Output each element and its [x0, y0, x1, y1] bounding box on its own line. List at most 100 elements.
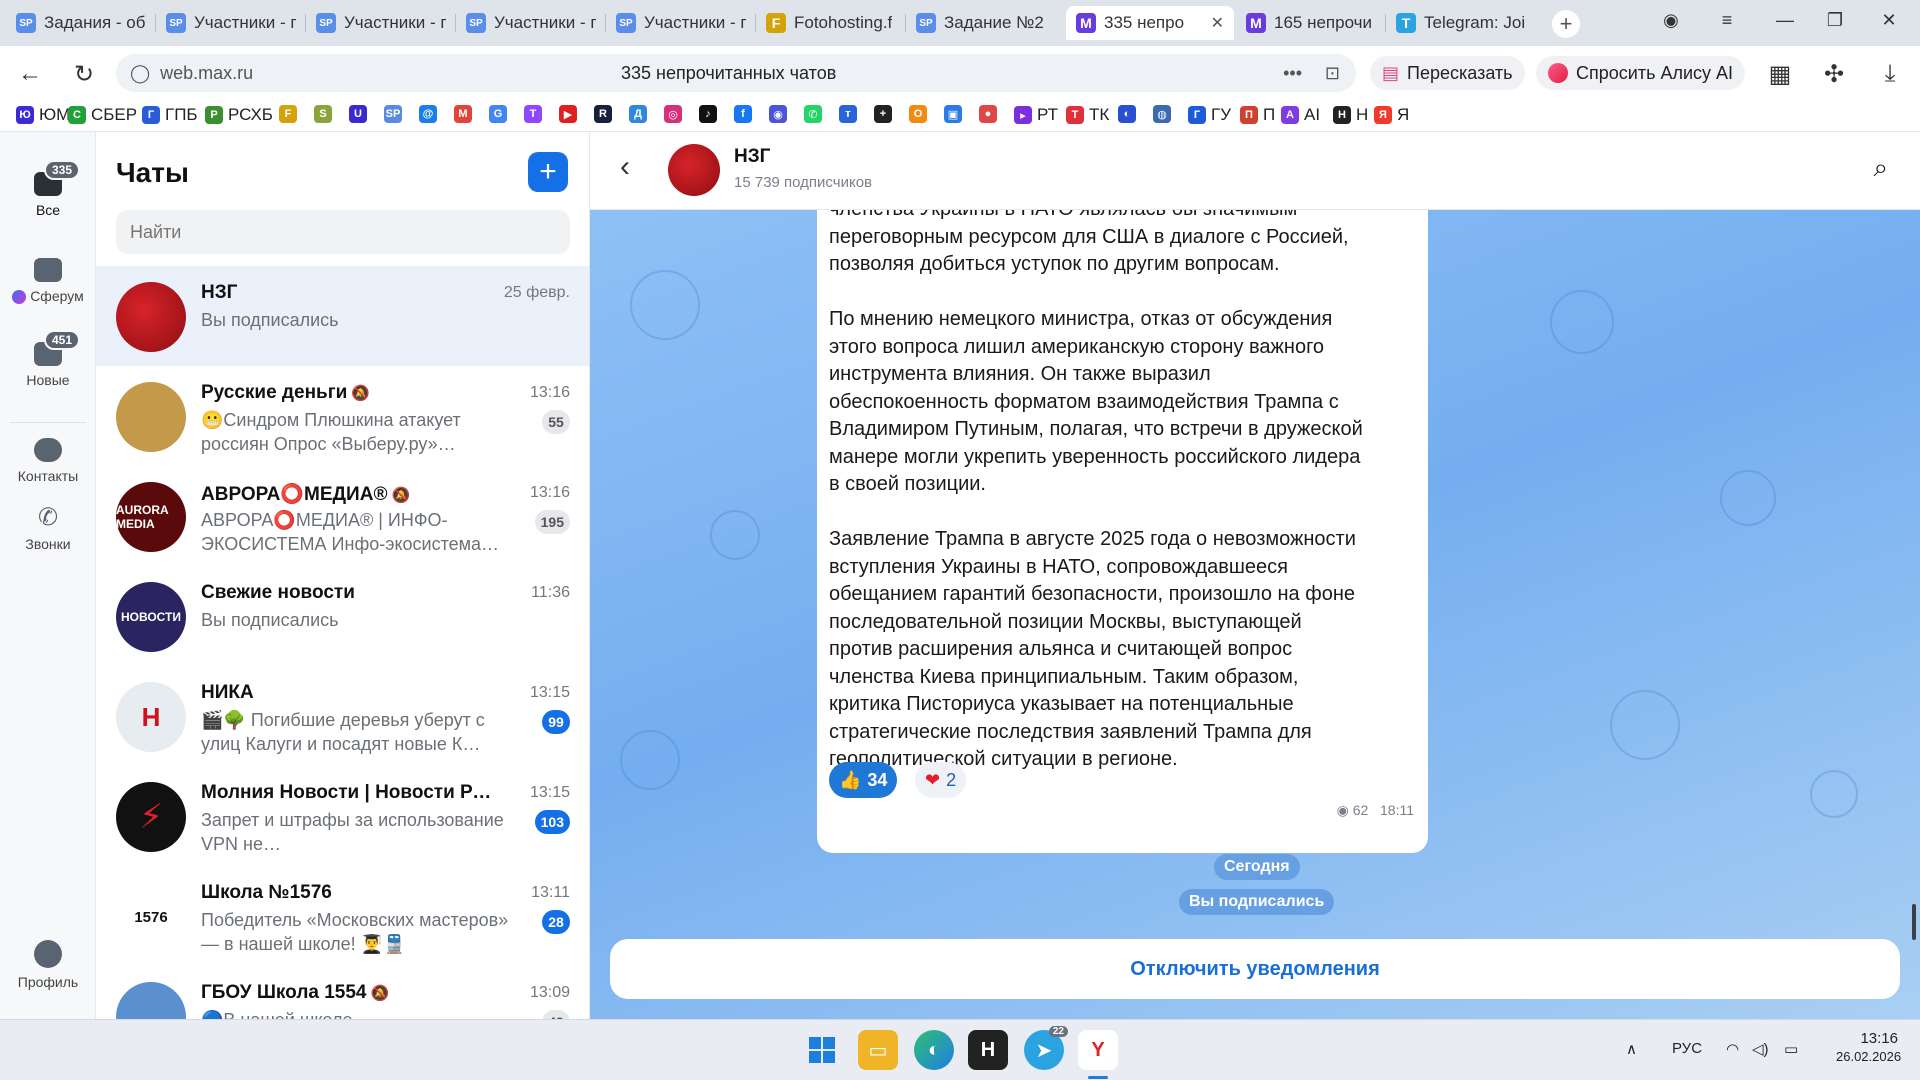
bookmark-item[interactable]: ▸ РТ: [1014, 105, 1058, 125]
browser-tab[interactable]: SP Участники - г: [306, 6, 456, 40]
reaction-like-button[interactable]: 👍 34: [829, 762, 898, 798]
browser-tab[interactable]: SP Участники - г: [456, 6, 606, 40]
tab-menu-icon[interactable]: ≡: [1712, 10, 1742, 31]
message-bubble[interactable]: членства Украины в НАТО являлась бы знач…: [817, 210, 1428, 853]
search-icon[interactable]: ⌕: [1873, 152, 1888, 184]
bookmark-item[interactable]: Р РСХБ: [205, 105, 273, 125]
new-tab-button[interactable]: +: [1552, 10, 1580, 38]
bookmark-item[interactable]: S: [314, 105, 332, 123]
chat-row[interactable]: Русские деньги 🔕 13:16 😬Синдром Плюшкина ат…: [96, 366, 589, 466]
bookmark-item[interactable]: ПП: [1240, 105, 1275, 125]
retell-button[interactable]: ▤ Пересказать: [1370, 56, 1525, 90]
bookmark-item[interactable]: M: [454, 105, 472, 123]
bookmark-item[interactable]: Г ГПБ: [142, 105, 198, 125]
chat-row[interactable]: Н НИКА 13:15 🎬🌳 Погибшие деревья уберут с у…: [96, 666, 589, 766]
close-window-button[interactable]: ✕: [1874, 10, 1904, 31]
browser-tab[interactable]: F Fotohosting.f: [756, 6, 906, 40]
bookmark-item[interactable]: ◍: [1153, 105, 1171, 123]
chat-row[interactable]: 1576 Школа №1576 13:11 Победитель «Московск…: [96, 866, 589, 966]
bookmark-item[interactable]: т: [839, 105, 857, 123]
input-language[interactable]: РУС: [1672, 1040, 1702, 1057]
bookmark-item[interactable]: ●: [979, 105, 997, 123]
extensions-icon[interactable]: ✣: [1820, 60, 1848, 89]
bookmark-item[interactable]: @: [419, 105, 437, 123]
chat-row[interactable]: AURORA MEDIA АВРОРА⭕МЕДИА® 🔕 13:16 АВРОРА⭕МЕ…: [96, 466, 589, 566]
browser-tab[interactable]: M 335 непро ✕: [1066, 6, 1234, 40]
close-tab-icon[interactable]: ✕: [1211, 13, 1224, 33]
profile-icon[interactable]: ◉: [1656, 10, 1686, 31]
browser-tab[interactable]: M 165 непрочи: [1236, 6, 1386, 40]
bookmark-item[interactable]: ♪: [699, 105, 717, 123]
channel-avatar[interactable]: [668, 144, 720, 196]
browser-tab[interactable]: T Telegram: Joi: [1386, 6, 1536, 40]
reload-icon[interactable]: ↻: [70, 60, 98, 89]
volume-icon[interactable]: ◁): [1752, 1040, 1769, 1058]
bookmark-item[interactable]: F: [279, 105, 297, 123]
browser-tab[interactable]: SP Задания - об: [6, 6, 156, 40]
picture-icon[interactable]: ▦: [1766, 60, 1794, 89]
ask-alice-button[interactable]: Спросить Алису AI: [1536, 56, 1746, 90]
download-icon[interactable]: ⤓: [1876, 60, 1904, 88]
bookmark-item[interactable]: С СБЕР: [68, 105, 137, 125]
address-bar[interactable]: ◯ web.max.ru 335 непрочитанных чатов •••…: [116, 54, 1356, 92]
bookmark-item[interactable]: R: [594, 105, 612, 123]
bookmark-item[interactable]: Ю ЮМ: [16, 105, 70, 125]
back-arrow-icon[interactable]: ←: [16, 60, 44, 88]
browser-tab[interactable]: SP Задание №2: [906, 6, 1056, 40]
bookmark-item[interactable]: ▶: [559, 105, 577, 123]
bookmark-item[interactable]: ▣: [944, 105, 962, 123]
wifi-icon[interactable]: ◠: [1726, 1040, 1739, 1058]
bookmark-item[interactable]: НН: [1333, 105, 1368, 125]
bookmark-item[interactable]: Г ГУ: [1188, 105, 1231, 125]
channel-messages[interactable]: членства Украины в НАТО являлась бы знач…: [590, 210, 1920, 1019]
edge-browser-icon[interactable]: ◐: [914, 1030, 954, 1070]
rail-new[interactable]: 451 Новые: [0, 330, 96, 388]
battery-icon[interactable]: ▭: [1784, 1040, 1798, 1058]
bookmark-item[interactable]: T: [524, 105, 542, 123]
browser-tab[interactable]: SP Участники - г: [156, 6, 306, 40]
yandex-browser-icon[interactable]: Y: [1078, 1030, 1118, 1070]
rail-all-chats[interactable]: 335 Все: [0, 160, 96, 218]
rail-profile[interactable]: Профиль: [0, 940, 96, 990]
bookmark-item[interactable]: A AI: [1281, 105, 1320, 125]
bookmark-icon[interactable]: ⊡: [1325, 63, 1340, 84]
bookmark-item[interactable]: G: [489, 105, 507, 123]
maximize-button[interactable]: ❐: [1820, 10, 1850, 31]
reaction-heart-button[interactable]: ❤ 2: [915, 762, 967, 798]
file-explorer-icon[interactable]: ▭: [858, 1030, 898, 1070]
bookmark-item[interactable]: О: [909, 105, 927, 123]
telegram-icon[interactable]: ➤ 22: [1024, 1026, 1068, 1070]
rail-contacts[interactable]: Контакты: [0, 438, 96, 484]
chat-row[interactable]: НОВОСТИ Свежие новости 11:36 Вы подписались: [96, 566, 589, 666]
more-dots-icon[interactable]: •••: [1283, 63, 1302, 84]
bookmark-item[interactable]: ◉: [769, 105, 787, 123]
scrollbar-thumb[interactable]: [1912, 904, 1916, 940]
chat-row[interactable]: НЗГ 25 февр. Вы подписались: [96, 266, 589, 366]
bookmark-item[interactable]: +: [874, 105, 892, 123]
channel-name[interactable]: НЗГ: [734, 146, 770, 168]
bookmark-item[interactable]: Д: [629, 105, 647, 123]
bookmark-item[interactable]: U: [349, 105, 367, 123]
new-chat-button[interactable]: +: [528, 152, 568, 192]
bookmark-item[interactable]: Т ТК: [1066, 105, 1109, 125]
tray-chevron-icon[interactable]: ∧: [1626, 1040, 1637, 1058]
bookmark-item[interactable]: ◎: [664, 105, 682, 123]
reaction-heart-count: 2: [946, 769, 957, 790]
windows-start-icon[interactable]: [802, 1030, 842, 1070]
mute-notifications-button[interactable]: Отключить уведомления: [610, 939, 1900, 999]
bookmark-item[interactable]: ЯЯ: [1374, 105, 1409, 125]
bookmark-item[interactable]: ◐: [1118, 105, 1136, 123]
rail-calls[interactable]: ✆ Звонки: [0, 506, 96, 553]
bookmark-item[interactable]: ✆: [804, 105, 822, 123]
back-chevron-icon[interactable]: ‹: [620, 150, 630, 184]
chat-search-input[interactable]: [116, 210, 570, 254]
minimize-button[interactable]: —: [1770, 10, 1800, 31]
app-h-icon[interactable]: H: [968, 1030, 1008, 1070]
clock[interactable]: 13:16 26.02.2026: [1836, 1030, 1901, 1066]
chat-row[interactable]: ⚡ Молния Новости | Новости Росс… 13:15 Запр…: [96, 766, 589, 866]
bookmark-item[interactable]: f: [734, 105, 752, 123]
browser-tab[interactable]: SP Участники - г: [606, 6, 756, 40]
rail-spheres[interactable]: Сферум: [0, 258, 96, 305]
chat-row[interactable]: ГБОУ Школа 1554🔕 13:09 🔵В нашей школе 49: [96, 966, 589, 1019]
bookmark-item[interactable]: SP: [384, 105, 402, 123]
